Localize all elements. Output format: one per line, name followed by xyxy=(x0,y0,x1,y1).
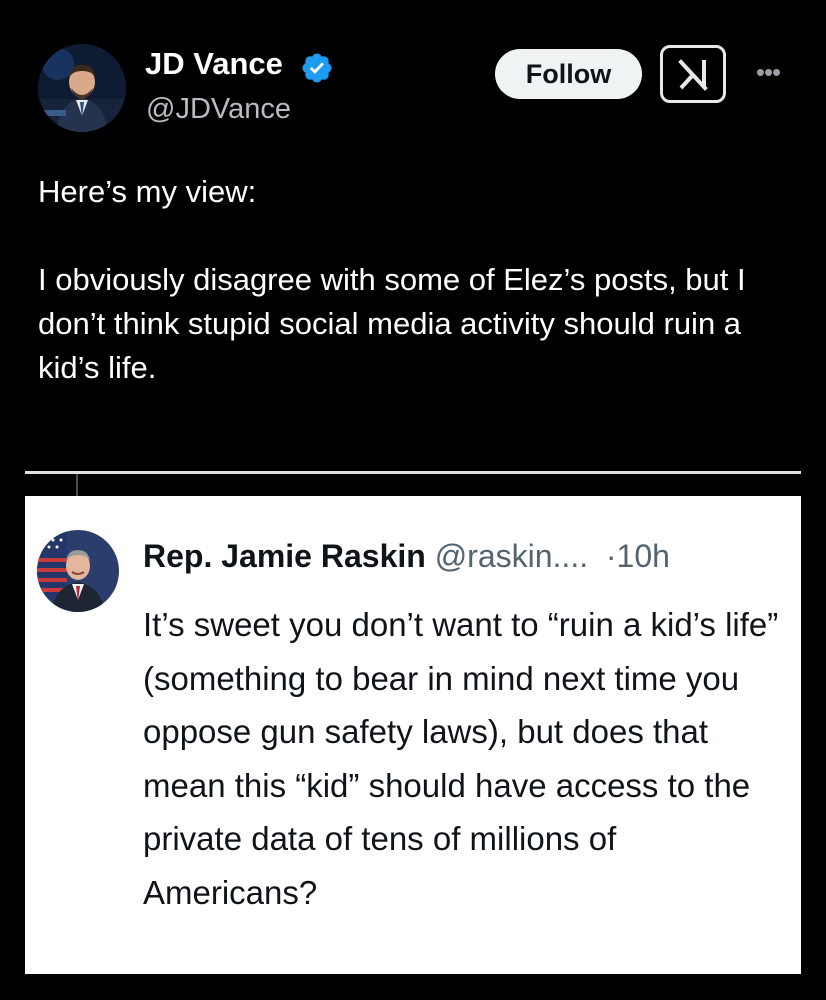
grok-icon[interactable] xyxy=(660,45,726,103)
tweet: JD Vance @JDVance Follow ••• Here’s my v… xyxy=(0,0,826,470)
reply-paragraph: It’s sweet you don’t want to “ruin a kid… xyxy=(143,606,779,911)
author-handle[interactable]: @JDVance xyxy=(146,93,291,126)
quoted-reply[interactable]: Rep. Jamie Raskin @raskin.... ·10h It’s … xyxy=(25,496,801,974)
reply-author-name[interactable]: Rep. Jamie Raskin xyxy=(143,538,426,574)
more-options-icon[interactable]: ••• xyxy=(748,52,788,92)
thread-line xyxy=(76,474,78,496)
tweet-paragraph: Here’s my view: xyxy=(38,174,257,209)
tweet-paragraph: I obviously disagree with some of Elez’s… xyxy=(38,262,746,385)
author-name[interactable]: JD Vance xyxy=(145,46,283,82)
reply-timestamp[interactable]: 10h xyxy=(617,538,670,574)
reply-author-avatar[interactable] xyxy=(37,530,119,612)
reply-separator-dot: · xyxy=(596,538,617,574)
reply-header: Rep. Jamie Raskin @raskin.... ·10h xyxy=(143,538,670,575)
divider xyxy=(25,471,801,474)
verified-badge-icon xyxy=(300,51,334,85)
reply-text: It’s sweet you don’t want to “ruin a kid… xyxy=(143,598,793,919)
tweet-text: Here’s my view: I obviously disagree wit… xyxy=(38,170,798,390)
author-avatar[interactable] xyxy=(38,44,126,132)
reply-author-handle[interactable]: @raskin.... xyxy=(435,538,588,574)
follow-button[interactable]: Follow xyxy=(495,49,642,99)
